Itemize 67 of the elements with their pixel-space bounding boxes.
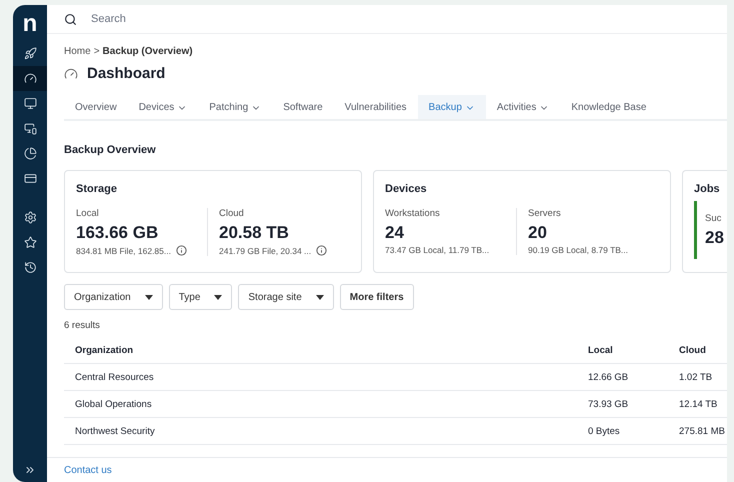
info-icon[interactable]	[176, 245, 187, 256]
gauge-icon	[64, 66, 78, 80]
stat-detail: 834.81 MB File, 162.85...	[76, 246, 171, 256]
info-icon[interactable]	[316, 245, 328, 256]
table-cell-text: Central Resources	[75, 372, 155, 382]
card-title: Storage	[76, 183, 118, 195]
results-count: 6 results	[64, 320, 101, 331]
filter-button[interactable]: Organization	[64, 284, 163, 310]
contact-link[interactable]: Contact us	[64, 464, 112, 476]
card-title: Jobs	[694, 183, 721, 195]
card-title: Devices	[385, 183, 428, 195]
sidebar-item[interactable]	[13, 66, 47, 91]
table-cell-text: 12.14 TB	[679, 398, 718, 410]
column-header: Local	[588, 344, 614, 356]
stat-value: 20.58 TB	[219, 223, 290, 243]
caret-icon	[214, 294, 222, 300]
table-cell-text: 12.66 GB	[588, 372, 630, 382]
tab[interactable]: Activities	[486, 95, 560, 119]
page-title: Dashboard	[87, 65, 166, 82]
stat-label: Workstations	[385, 208, 441, 219]
caret-icon	[144, 294, 153, 300]
stat-detail: 90.19 GB Local, 8.79 TB...	[528, 245, 628, 255]
breadcrumb-separator: >	[94, 46, 100, 57]
stat-label: Servers	[528, 208, 562, 219]
stat-label: Local	[76, 208, 100, 219]
filter-button[interactable]: More filters	[340, 284, 414, 310]
breadcrumb-link[interactable]: Home	[64, 46, 91, 57]
stat-label: Cloud	[219, 208, 245, 219]
expand-icon[interactable]	[24, 464, 36, 476]
star-icon	[24, 236, 36, 249]
search-icon	[64, 12, 77, 26]
stat-value: 24	[385, 223, 405, 243]
table-cell-text: Northwest Security	[75, 426, 156, 436]
stat-value: 20	[528, 223, 548, 243]
tab[interactable]: Overview	[64, 95, 128, 119]
table-cell-text: 0 Bytes	[588, 426, 621, 436]
table-cell-text: 73.93 GB	[588, 398, 630, 410]
stat-value: 28	[705, 228, 725, 248]
caret-icon	[316, 294, 324, 300]
tab[interactable]: Software	[272, 95, 334, 119]
breadcrumb-current: Backup (Overview)	[102, 46, 193, 57]
tab[interactable]: Vulnerabilities	[334, 95, 418, 119]
history-icon	[24, 261, 36, 274]
table-cell-text: 275.81 MB	[679, 426, 726, 436]
stat-label: Suc	[705, 212, 722, 224]
table-cell-text: Global Operations	[75, 398, 153, 410]
stat-value: 163.66 GB	[76, 223, 160, 243]
settings-icon	[24, 211, 36, 224]
gauge-icon	[24, 72, 36, 85]
screens-icon	[24, 122, 36, 135]
filter-button[interactable]: Storage site	[238, 284, 334, 310]
tab[interactable]: Patching	[198, 95, 272, 119]
stat-detail: 241.79 GB File, 20.34 ...	[219, 246, 312, 256]
logo: n	[22, 11, 38, 37]
tab[interactable]: Devices	[128, 95, 198, 119]
pie-chart-icon	[24, 147, 36, 160]
rocket-icon	[24, 47, 36, 60]
tab[interactable]: Backup	[418, 95, 486, 119]
card-icon	[24, 172, 36, 185]
column-header: Organization	[75, 344, 134, 356]
stat-detail: 73.47 GB Local, 11.79 TB...	[385, 245, 490, 255]
tab[interactable]: Knowledge Base	[560, 95, 658, 119]
column-header: Cloud	[679, 344, 707, 356]
table-cell-text: 1.02 TB	[679, 372, 714, 382]
section-title: Backup Overview	[64, 144, 157, 156]
filter-button[interactable]: Type	[168, 284, 232, 310]
monitor-icon	[24, 97, 36, 110]
